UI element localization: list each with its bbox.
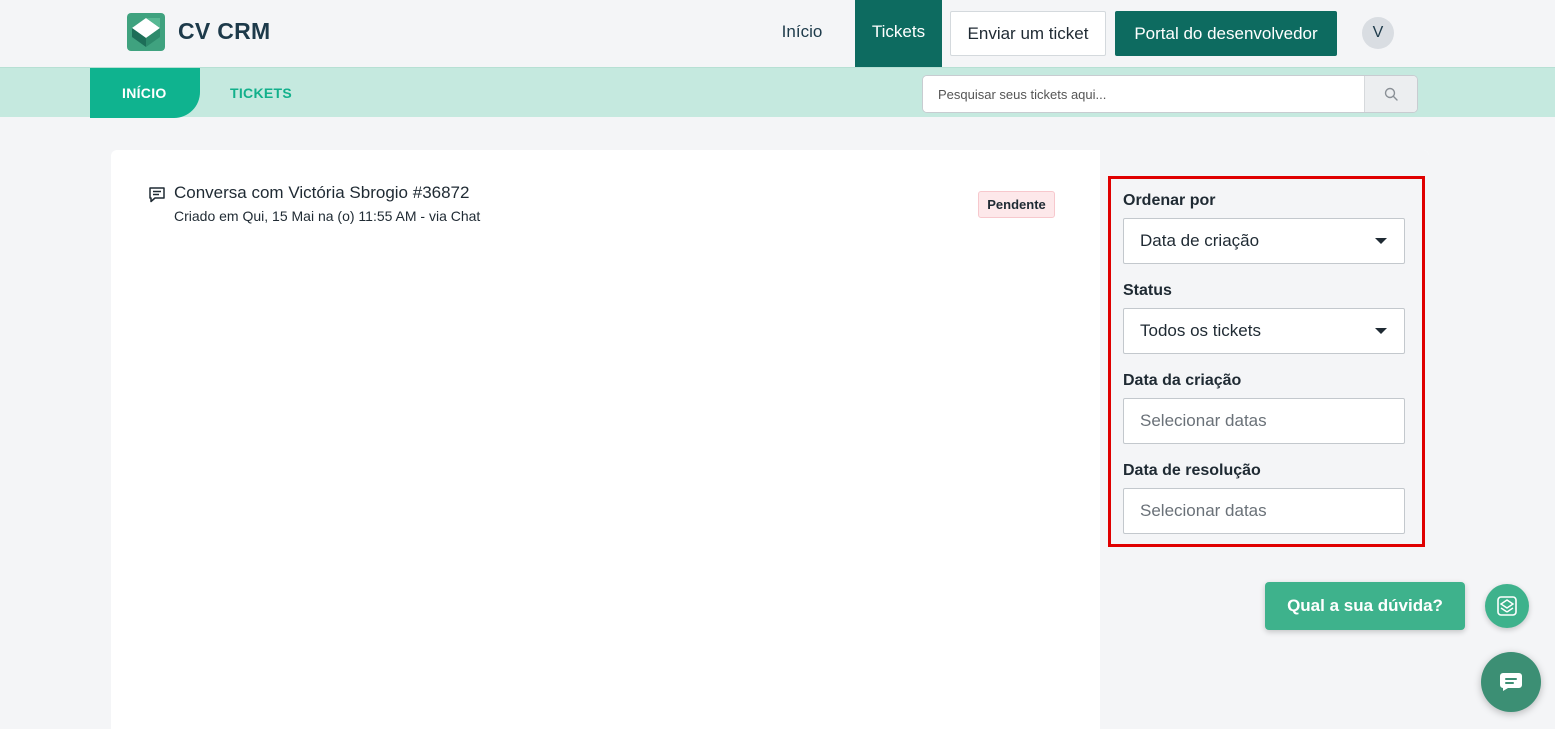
tickets-card: Conversa com Victória Sbrogio #36872 Cri… [111,150,1429,729]
created-date-label: Data da criação [1123,372,1242,389]
search-input[interactable] [923,76,1365,112]
search-box [922,75,1418,113]
nav-tickets[interactable]: Tickets [855,0,942,67]
chat-bubble-icon [1500,673,1522,691]
developer-portal-button[interactable]: Portal do desenvolvedor [1115,11,1337,56]
user-avatar[interactable]: V [1362,17,1394,49]
top-header: CV CRM Início Tickets Enviar um ticket P… [0,0,1555,67]
brand-logo-icon[interactable] [127,13,165,51]
search-button[interactable] [1364,76,1417,112]
resolved-date-input[interactable]: Selecionar datas [1123,488,1405,534]
sub-navigation: INÍCIO TICKETS [0,67,1555,118]
brand-name[interactable]: CV CRM [178,18,271,45]
nav-inicio[interactable]: Início [764,0,840,67]
status-value: Todos os tickets [1140,321,1261,340]
order-by-label: Ordenar por [1123,192,1216,209]
chevron-down-icon [1375,328,1387,334]
help-question-button[interactable]: Qual a sua dúvida? [1265,582,1465,630]
tab-inicio[interactable]: INÍCIO [90,68,200,118]
search-icon [1384,87,1398,101]
created-date-input[interactable]: Selecionar datas [1123,398,1405,444]
brand-mark-icon [1497,596,1517,616]
filters-panel: Ordenar por Data de criação Status Todos… [1108,176,1425,547]
resolved-date-label: Data de resolução [1123,462,1261,479]
ticket-title-link[interactable]: Conversa com Victória Sbrogio #36872 [174,183,469,203]
status-select[interactable]: Todos os tickets [1123,308,1405,354]
order-by-select[interactable]: Data de criação [1123,218,1405,264]
submit-ticket-button[interactable]: Enviar um ticket [950,11,1106,56]
tab-tickets[interactable]: TICKETS [230,68,292,118]
status-label: Status [1123,282,1172,299]
status-badge: Pendente [978,191,1055,218]
order-by-value: Data de criação [1140,231,1260,250]
chat-ticket-icon [149,187,165,203]
ticket-meta: Criado em Qui, 15 Mai na (o) 11:55 AM - … [174,208,481,224]
help-widget-button[interactable] [1485,584,1529,628]
chevron-down-icon [1375,238,1387,244]
live-chat-button[interactable] [1481,652,1541,712]
